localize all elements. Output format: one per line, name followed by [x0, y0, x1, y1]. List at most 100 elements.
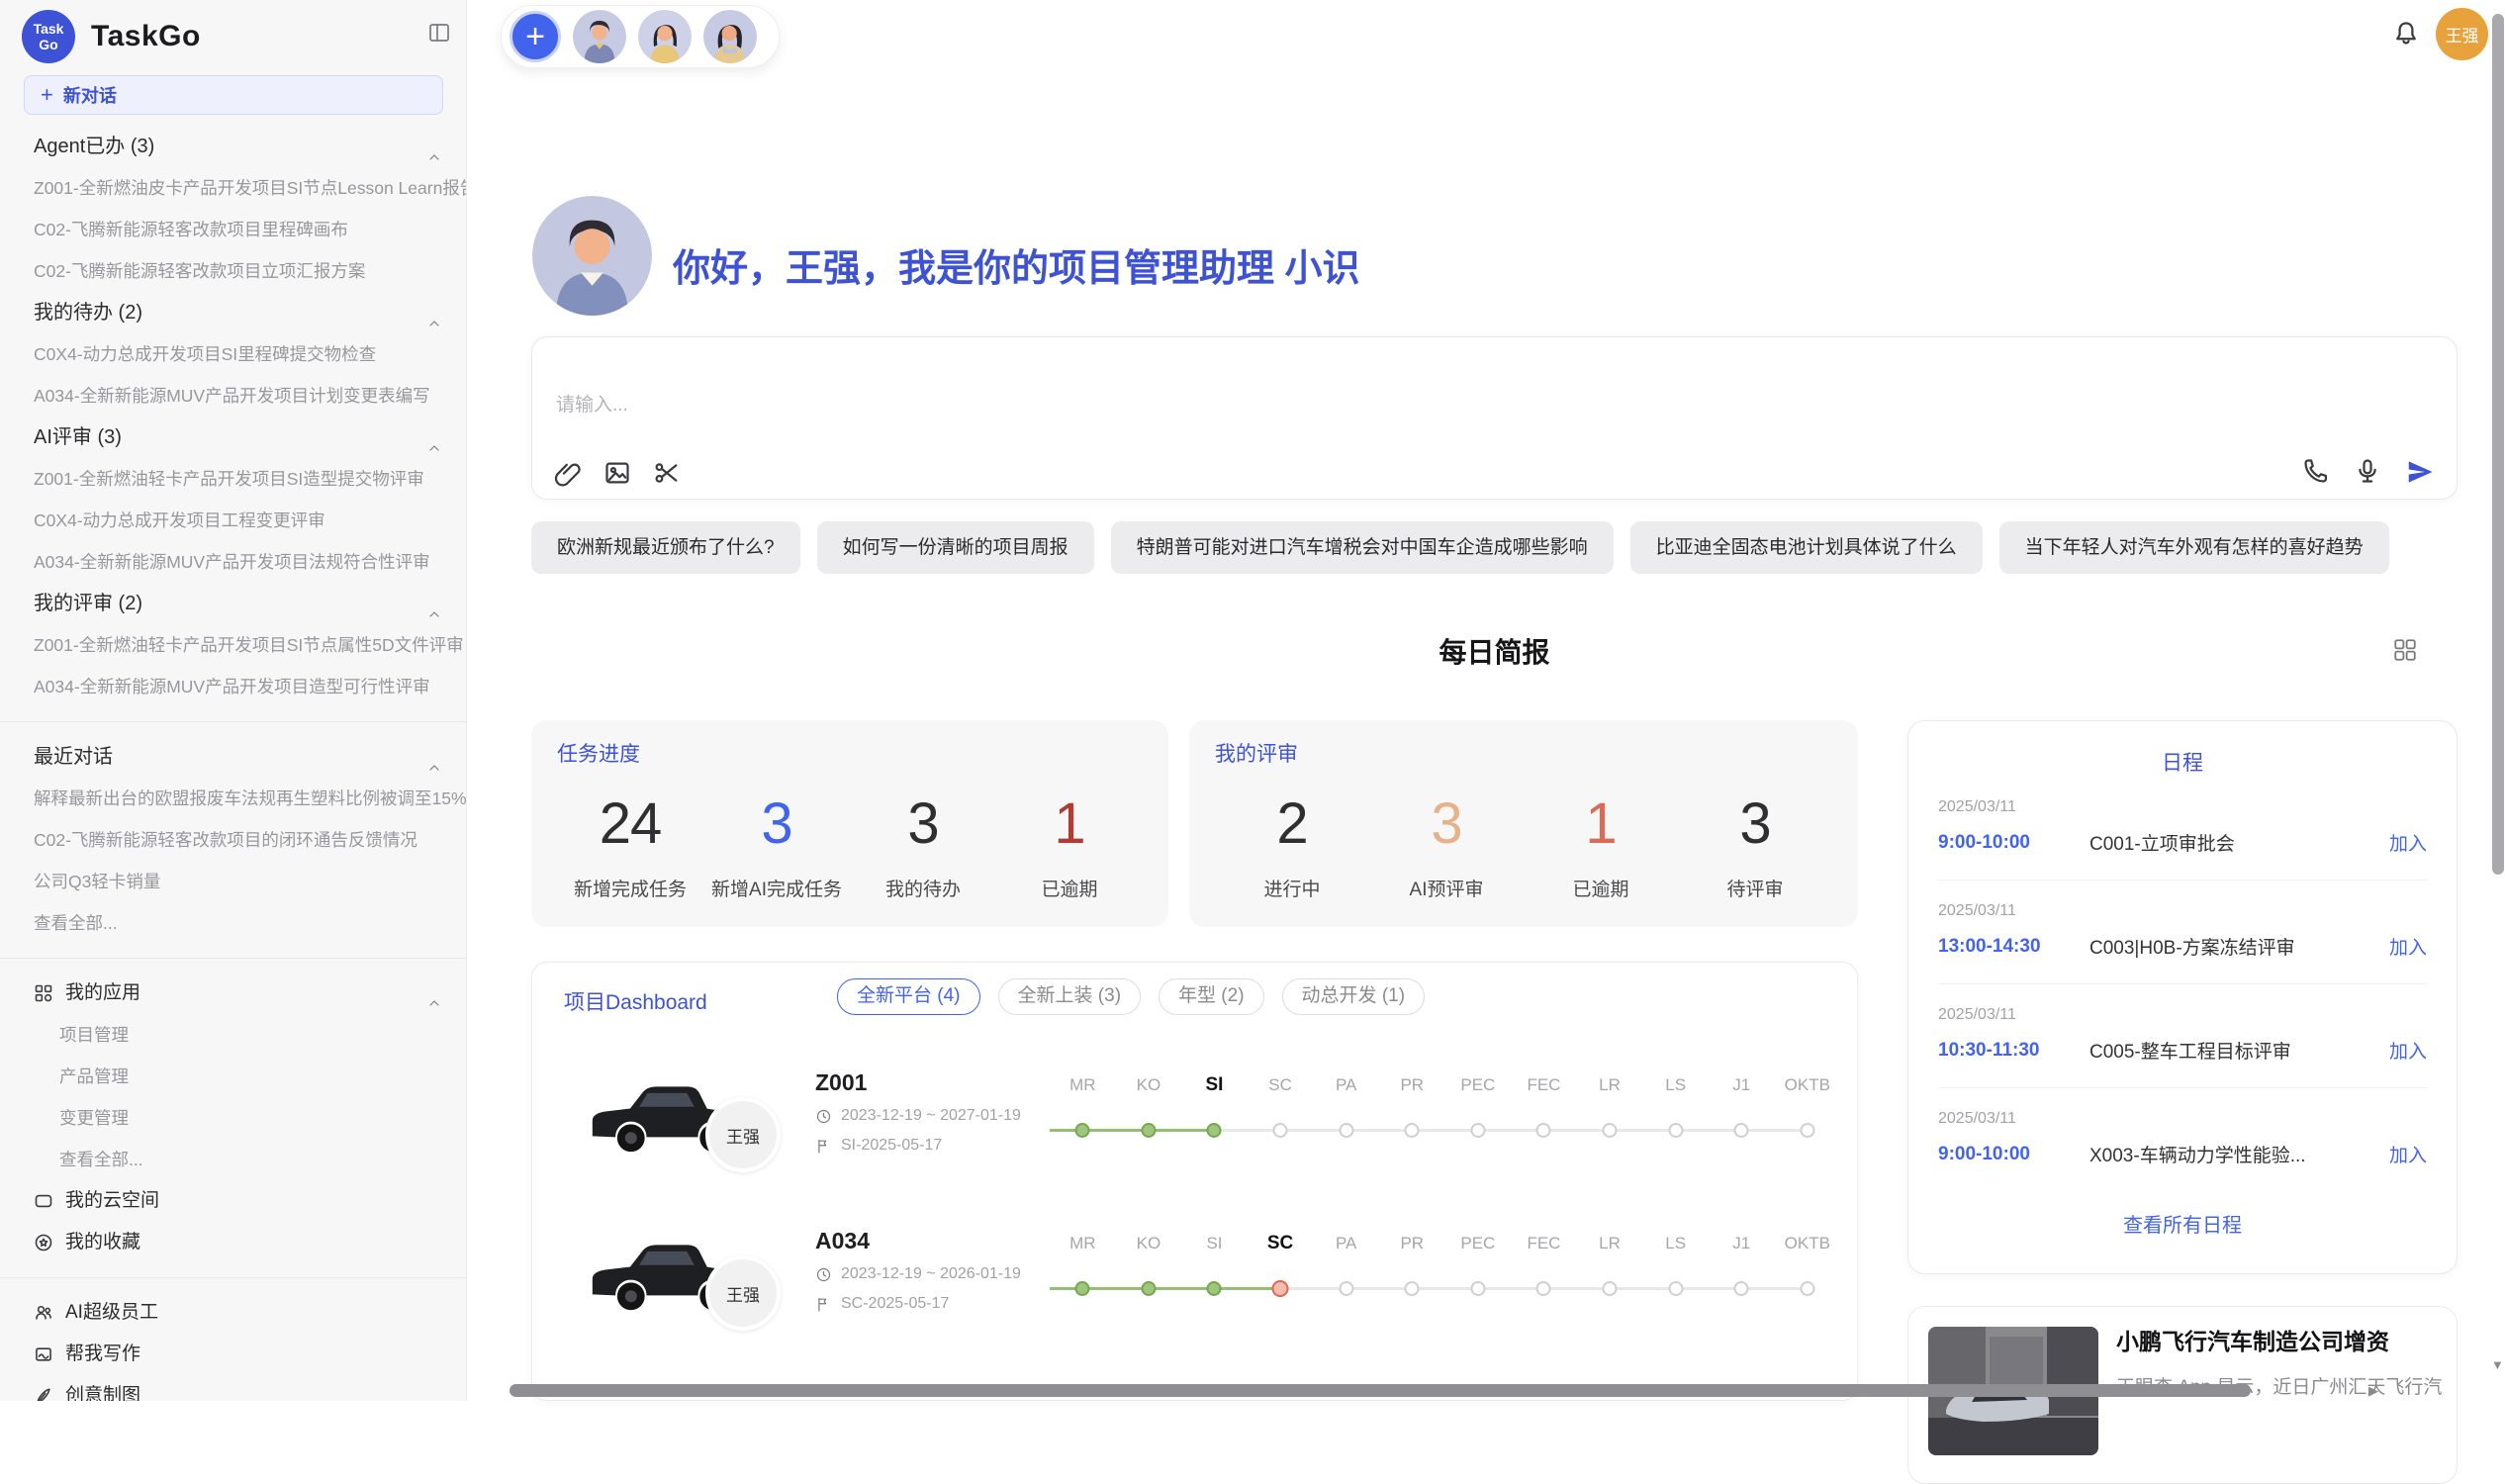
sidebar-item-write-helper[interactable]: 帮我写作	[0, 1334, 466, 1375]
sidebar-task-item[interactable]: C0X4-动力总成开发项目SI里程碑提交物检查	[0, 333, 466, 375]
milestone[interactable]: SI	[1181, 1226, 1248, 1317]
milestone[interactable]: LS	[1642, 1226, 1709, 1317]
metric: 3 新增AI完成任务	[703, 789, 850, 901]
sidebar-task-item[interactable]: C0X4-动力总成开发项目工程变更评审	[0, 500, 466, 541]
sidebar-item-ai-staff[interactable]: AI超级员工	[0, 1292, 466, 1334]
sidebar-task-item[interactable]: C02-飞腾新能源轻客改款项目里程碑画布	[0, 209, 466, 250]
agent-avatar-2[interactable]	[638, 10, 692, 63]
milestone[interactable]: SC	[1248, 1067, 1314, 1159]
sidebar-task-item[interactable]: Z001-全新燃油皮卡产品开发项目SI节点Lesson Learn报告	[0, 167, 466, 209]
section-header-my-todo[interactable]: 我的待办 (2)	[0, 292, 466, 333]
sidebar-item-cloud-space[interactable]: 我的云空间	[0, 1180, 466, 1222]
app-item[interactable]: 变更管理	[0, 1097, 466, 1139]
agent-avatar-3[interactable]	[703, 10, 757, 63]
milestone[interactable]: J1	[1709, 1067, 1775, 1159]
view-all-schedule-link[interactable]: 查看所有日程	[1938, 1209, 2427, 1238]
microphone-icon[interactable]	[2354, 457, 2381, 485]
join-meeting-link[interactable]: 加入	[2389, 1141, 2427, 1167]
milestone[interactable]: PA	[1313, 1226, 1379, 1317]
user-avatar[interactable]: 王强	[2436, 8, 2488, 60]
join-meeting-link[interactable]: 加入	[2389, 933, 2427, 960]
milestone[interactable]: LS	[1642, 1067, 1709, 1159]
milestone-label: LS	[1642, 1232, 1709, 1255]
milestone[interactable]: LR	[1577, 1067, 1643, 1159]
sidebar-task-item[interactable]: Z001-全新燃油轻卡产品开发项目SI造型提交物评审	[0, 458, 466, 500]
suggestion-chip[interactable]: 当下年轻人对汽车外观有怎样的喜好趋势	[1999, 521, 2389, 574]
dashboard-tab[interactable]: 全新上装 (3)	[998, 978, 1142, 1015]
suggestion-chip[interactable]: 比亚迪全固态电池计划具体说了什么	[1630, 521, 1983, 574]
milestone-dot	[1536, 1281, 1551, 1296]
recent-chat-item[interactable]: 解释最新出台的欧盟报废车法规再生塑料比例被调至15%...	[0, 778, 466, 819]
milestone[interactable]: PEC	[1445, 1067, 1512, 1159]
metric: 1 已逾期	[1524, 789, 1678, 901]
scroll-right-arrow[interactable]: ▶	[2368, 1383, 2382, 1397]
milestone-dot	[1668, 1281, 1683, 1296]
project-row[interactable]: 王强 Z001 2023-12-19 ~ 2027-01-19 SI-2025-…	[532, 1062, 1858, 1220]
milestone[interactable]: SI	[1181, 1067, 1248, 1159]
milestone[interactable]: MR	[1050, 1226, 1116, 1317]
vertical-scrollbar-thumb[interactable]	[2492, 14, 2504, 875]
milestone[interactable]: PR	[1379, 1226, 1445, 1317]
briefing-layout-icon[interactable]	[2392, 637, 2418, 663]
milestone[interactable]: KO	[1116, 1226, 1182, 1317]
sidebar-collapse-icon[interactable]	[426, 21, 452, 45]
milestone[interactable]: PA	[1313, 1067, 1379, 1159]
milestone[interactable]: PEC	[1445, 1226, 1512, 1317]
milestone[interactable]: LR	[1577, 1226, 1643, 1317]
phone-icon[interactable]	[2302, 457, 2330, 485]
project-row[interactable]: 王强 A034 2023-12-19 ~ 2026-01-19 SC-2025-…	[532, 1220, 1858, 1378]
sidebar-task-item[interactable]: C02-飞腾新能源轻客改款项目立项汇报方案	[0, 250, 466, 292]
notifications-bell-icon[interactable]	[2392, 20, 2420, 47]
agent-avatars-bar: +	[501, 5, 780, 68]
app-item[interactable]: 产品管理	[0, 1056, 466, 1097]
send-icon[interactable]	[2405, 457, 2433, 485]
app-item[interactable]: 项目管理	[0, 1014, 466, 1056]
app-item[interactable]: 查看全部...	[0, 1139, 466, 1180]
recent-chat-item[interactable]: 查看全部...	[0, 902, 466, 944]
sidebar-task-item[interactable]: A034-全新新能源MUV产品开发项目计划变更表编写	[0, 375, 466, 417]
sidebar-item-creative-draw[interactable]: 创意制图	[0, 1375, 466, 1401]
sidebar-task-item[interactable]: A034-全新新能源MUV产品开发项目造型可行性评审	[0, 666, 466, 707]
dashboard-tab[interactable]: 动总开发 (1)	[1282, 978, 1426, 1015]
flag-icon	[815, 1138, 832, 1155]
assistant-avatar	[532, 196, 652, 316]
milestone[interactable]: J1	[1709, 1226, 1775, 1317]
milestone[interactable]: PR	[1379, 1067, 1445, 1159]
suggestion-chip[interactable]: 特朗普可能对进口汽车增税会对中国车企造成哪些影响	[1111, 521, 1614, 574]
metric: 3 AI预评审	[1369, 789, 1524, 901]
section-header-my-review[interactable]: 我的评审 (2)	[0, 583, 466, 624]
recent-chat-item[interactable]: C02-飞腾新能源轻客改款项目的闭环通告反馈情况	[0, 819, 466, 861]
sidebar-item-favorites[interactable]: 我的收藏	[0, 1222, 466, 1263]
scissors-icon[interactable]	[653, 459, 681, 487]
milestone[interactable]: FEC	[1511, 1067, 1577, 1159]
recent-chat-item[interactable]: 公司Q3轻卡销量	[0, 861, 466, 902]
attachment-icon[interactable]	[554, 459, 582, 487]
milestone[interactable]: SC	[1248, 1226, 1314, 1317]
milestone[interactable]: OKTB	[1775, 1067, 1841, 1159]
milestone[interactable]: FEC	[1511, 1226, 1577, 1317]
sidebar-task-item[interactable]: Z001-全新燃油轻卡产品开发项目SI节点属性5D文件评审	[0, 624, 466, 666]
join-meeting-link[interactable]: 加入	[2389, 829, 2427, 856]
milestone[interactable]: KO	[1116, 1067, 1182, 1159]
scroll-down-arrow[interactable]: ▼	[2491, 1357, 2505, 1371]
new-chat-button[interactable]: + 新对话	[24, 75, 443, 115]
image-icon[interactable]	[603, 459, 631, 487]
section-header-ai-review[interactable]: AI评审 (3)	[0, 417, 466, 458]
chat-input[interactable]	[556, 395, 1446, 417]
join-meeting-link[interactable]: 加入	[2389, 1037, 2427, 1064]
dashboard-tab[interactable]: 全新平台 (4)	[837, 978, 980, 1015]
suggestion-chip[interactable]: 如何写一份清晰的项目周报	[817, 521, 1094, 574]
milestone-dot	[1405, 1281, 1420, 1296]
section-header-recent-chats[interactable]: 最近对话	[0, 736, 466, 778]
sidebar-task-item[interactable]: A034-全新新能源MUV产品开发项目法规符合性评审	[0, 541, 466, 583]
dashboard-tab[interactable]: 年型 (2)	[1159, 978, 1264, 1015]
horizontal-scrollbar-thumb[interactable]	[510, 1384, 2251, 1397]
milestone[interactable]: MR	[1050, 1067, 1116, 1159]
agent-avatar-1[interactable]	[573, 10, 626, 63]
add-agent-button[interactable]: +	[510, 11, 561, 62]
suggestion-chip[interactable]: 欧洲新规最近颁布了什么?	[531, 521, 800, 574]
section-header-my-apps[interactable]: 我的应用	[0, 973, 466, 1014]
section-header-agent-done[interactable]: Agent已办 (3)	[0, 126, 466, 167]
milestone[interactable]: OKTB	[1775, 1226, 1841, 1317]
milestone-dot	[1405, 1123, 1420, 1138]
